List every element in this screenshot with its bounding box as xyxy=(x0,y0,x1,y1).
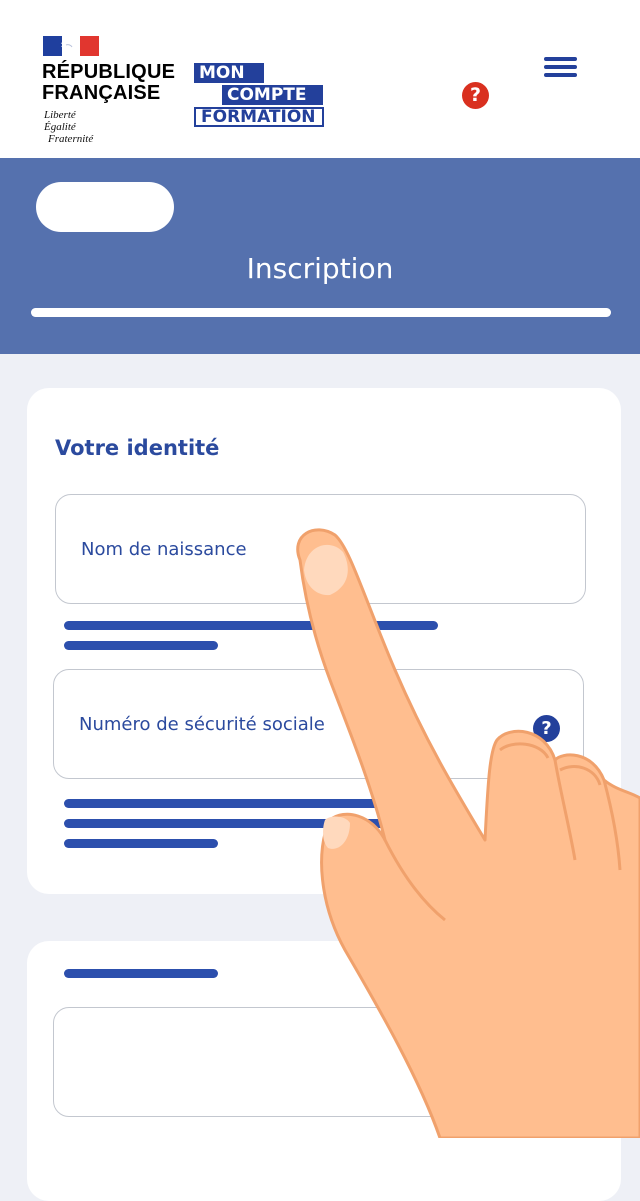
marianne-flag-logo xyxy=(43,36,99,56)
second-form-card xyxy=(27,941,621,1201)
placeholder-text-line xyxy=(64,621,438,630)
placeholder-text-line xyxy=(64,819,438,828)
motto-liberte: Liberté xyxy=(44,109,76,121)
motto-fraternite: Fraternité xyxy=(48,133,94,145)
republic-motto: Liberté Égalité Fraternité xyxy=(44,109,93,145)
back-button[interactable] xyxy=(36,182,174,232)
placeholder-title-line xyxy=(64,969,218,978)
empty-input-field[interactable] xyxy=(53,1007,584,1117)
progress-fill xyxy=(31,308,611,317)
social-security-number-field[interactable]: Numéro de sécurité sociale ? xyxy=(53,669,584,779)
birth-name-field[interactable]: Nom de naissance xyxy=(55,494,586,604)
identity-section-title: Votre identité xyxy=(55,436,220,460)
field-help-icon[interactable]: ? xyxy=(533,715,560,742)
help-icon[interactable]: ? xyxy=(462,82,489,109)
birth-name-label: Nom de naissance xyxy=(81,538,247,560)
top-header: RÉPUBLIQUE FRANÇAISE Liberté Égalité Fra… xyxy=(0,0,640,158)
mon-compte-formation-logo[interactable]: MON COMPTE FORMATION xyxy=(194,63,324,129)
page-title: Inscription xyxy=(246,252,394,285)
brand-line-1: MON xyxy=(194,63,264,83)
placeholder-text-line xyxy=(64,839,218,848)
republique-francaise-label: RÉPUBLIQUE FRANÇAISE xyxy=(42,62,175,104)
hamburger-menu-icon[interactable] xyxy=(544,57,578,79)
placeholder-text-line xyxy=(64,641,218,650)
brand-line-3: FORMATION xyxy=(194,107,324,127)
signup-banner: Inscription xyxy=(0,158,640,354)
brand-line-2: COMPTE xyxy=(222,85,323,105)
signup-progress-bar xyxy=(31,308,611,317)
republic-line-2: FRANÇAISE xyxy=(42,82,161,104)
republic-line-1: RÉPUBLIQUE xyxy=(42,61,176,83)
social-security-label: Numéro de sécurité sociale xyxy=(79,713,325,735)
identity-card: Votre identité Nom de naissance Numéro d… xyxy=(27,388,621,894)
placeholder-text-line xyxy=(64,799,438,808)
motto-egalite: Égalité xyxy=(44,121,76,133)
